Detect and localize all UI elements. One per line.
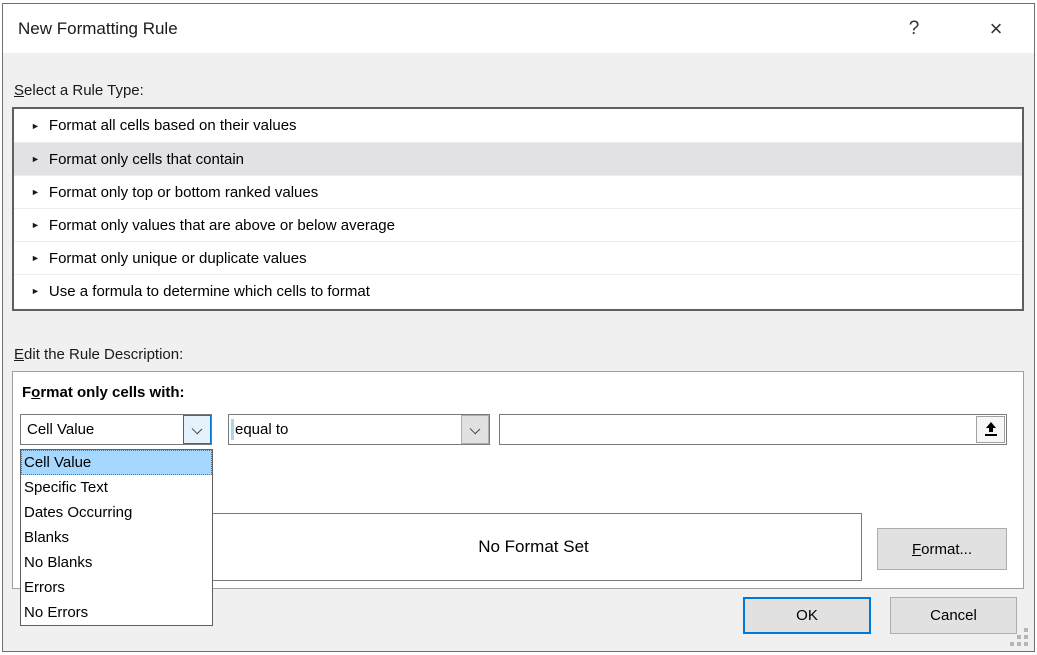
chevron-down-icon[interactable] <box>461 415 489 444</box>
rule-type-item-all-cells[interactable]: ► Format all cells based on their values <box>14 109 1022 142</box>
ok-button[interactable]: OK <box>743 597 871 634</box>
cancel-button[interactable]: Cancel <box>890 597 1017 634</box>
value-input[interactable] <box>500 415 974 444</box>
resize-grip[interactable] <box>1024 642 1028 646</box>
select-rule-type-label: Select a Rule Type: <box>14 82 144 99</box>
text-caret <box>231 419 234 440</box>
format-preview-box: No Format Set <box>205 513 862 581</box>
collapse-dialog-icon <box>984 422 998 438</box>
dropdown-item-dates-occurring[interactable]: Dates Occurring <box>21 500 212 525</box>
edit-rule-description-label: Edit the Rule Description: <box>14 346 183 363</box>
close-icon[interactable]: × <box>983 16 1009 42</box>
cell-value-combobox-value: Cell Value <box>27 415 94 444</box>
collapse-dialog-button[interactable] <box>976 416 1005 443</box>
operator-combobox[interactable]: equal to <box>228 414 490 445</box>
rule-type-label: Format only cells that contain <box>49 151 244 168</box>
cell-value-combobox[interactable]: Cell Value <box>20 414 212 445</box>
new-formatting-rule-dialog: New Formatting Rule ? × Select a Rule Ty… <box>2 3 1035 652</box>
rule-type-item-formula[interactable]: ► Use a formula to determine which cells … <box>14 274 1022 307</box>
rule-type-item-above-below-average[interactable]: ► Format only values that are above or be… <box>14 208 1022 241</box>
format-button[interactable]: Format... <box>877 528 1007 570</box>
format-only-cells-with-label: Format only cells with: <box>22 384 185 401</box>
rule-type-listbox: ►Format all cells based on their values … <box>12 107 1024 311</box>
dropdown-item-errors[interactable]: Errors <box>21 575 212 600</box>
dropdown-item-cell-value[interactable]: Cell Value <box>21 450 212 475</box>
rule-type-label: Format only unique or duplicate values <box>49 250 307 267</box>
rule-type-item-cells-that-contain[interactable]: ► Format only cells that contain <box>14 142 1022 175</box>
rule-bullet-icon: ► <box>31 121 40 131</box>
dialog-title: New Formatting Rule <box>18 19 178 39</box>
rule-type-label: Format only values that are above or bel… <box>49 217 395 234</box>
dropdown-item-no-errors[interactable]: No Errors <box>21 600 212 625</box>
chevron-down-icon[interactable] <box>183 415 211 444</box>
rule-type-label: Use a formula to determine which cells t… <box>49 283 370 300</box>
format-preview-text: No Format Set <box>478 537 589 557</box>
rule-type-label: Format all cells based on their values <box>49 117 297 134</box>
rule-type-item-unique-duplicate[interactable]: ► Format only unique or duplicate values <box>14 241 1022 274</box>
titlebar: New Formatting Rule ? × <box>3 4 1034 53</box>
rule-type-item-top-bottom[interactable]: ► Format only top or bottom ranked values <box>14 175 1022 208</box>
rule-bullet-icon: ► <box>31 154 40 164</box>
rule-bullet-icon: ► <box>31 286 40 296</box>
rule-type-label: Format only top or bottom ranked values <box>49 184 318 201</box>
dropdown-item-blanks[interactable]: Blanks <box>21 525 212 550</box>
rule-bullet-icon: ► <box>31 220 40 230</box>
value-input-wrapper <box>499 414 1007 445</box>
operator-combobox-value: equal to <box>235 415 288 444</box>
rule-bullet-icon: ► <box>31 187 40 197</box>
dropdown-item-specific-text[interactable]: Specific Text <box>21 475 212 500</box>
cell-value-dropdown-list: Cell Value Specific Text Dates Occurring… <box>20 449 213 626</box>
help-icon[interactable]: ? <box>901 16 927 42</box>
dropdown-item-no-blanks[interactable]: No Blanks <box>21 550 212 575</box>
rule-bullet-icon: ► <box>31 253 40 263</box>
